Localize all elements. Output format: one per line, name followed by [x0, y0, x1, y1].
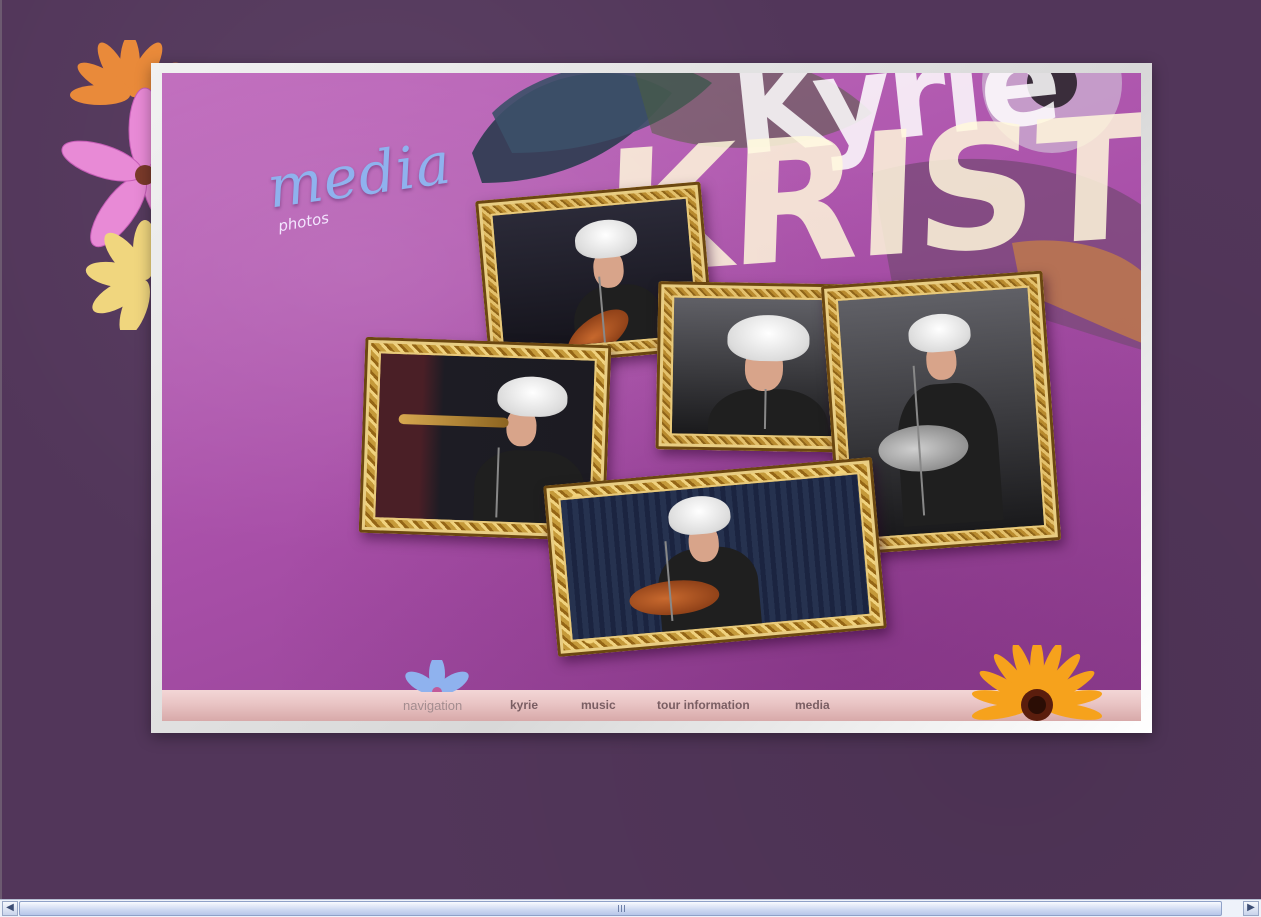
site-frame: Kyrie KRIST media photos navigation kyri… [151, 63, 1152, 733]
section-title: media [263, 128, 456, 222]
photo-frame-seated-guitar[interactable] [543, 456, 887, 658]
photo-seated-guitar [558, 472, 872, 642]
scrollbar-thumb[interactable] [19, 901, 1222, 916]
scroll-right-icon[interactable]: ▶ [1243, 901, 1259, 916]
trumpet [398, 413, 509, 428]
nav-item-kyrie[interactable]: kyrie [510, 698, 538, 712]
navigation-label: navigation [403, 698, 463, 713]
nav-item-music[interactable]: music [581, 698, 616, 712]
scroll-left-icon[interactable]: ◀ [2, 901, 18, 916]
blue-flower-decoration [405, 660, 469, 692]
nav-item-tour-information[interactable]: tour information [657, 698, 750, 712]
horizontal-scrollbar[interactable]: ◀ ▶ [0, 899, 1261, 917]
nav-item-media[interactable]: media [795, 698, 830, 712]
content-stage: Kyrie KRIST media photos navigation kyri… [162, 73, 1141, 721]
scrollbar-grip [618, 905, 626, 912]
gerbera-flower-decoration [957, 639, 1117, 721]
